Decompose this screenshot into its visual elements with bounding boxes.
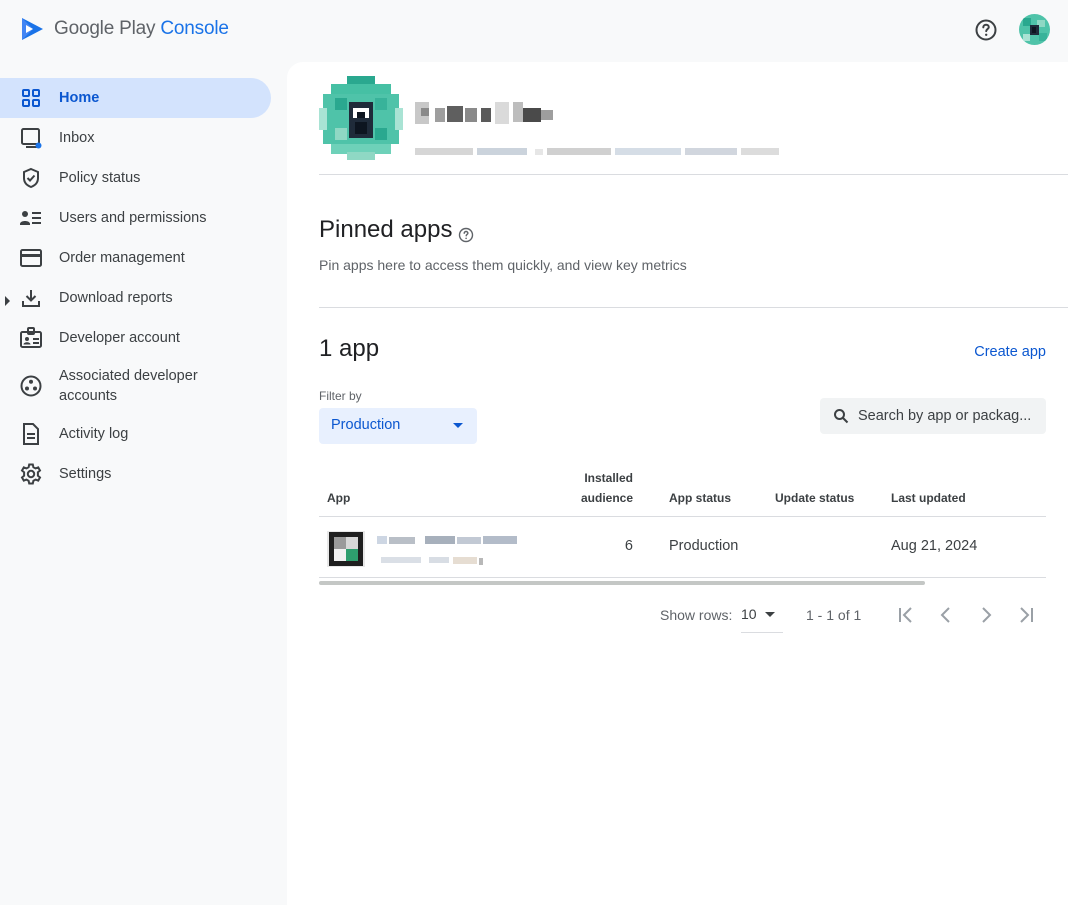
expand-arrow-icon[interactable]	[4, 293, 12, 306]
filter-dropdown[interactable]: Production	[319, 408, 477, 444]
sidebar-item-label: Order management	[59, 250, 185, 266]
sidebar-item-policy-status[interactable]: Policy status	[0, 158, 271, 198]
table-divider	[319, 577, 1046, 578]
sidebar-item-associated-developer-accounts[interactable]: Associated developer accounts	[0, 358, 271, 414]
logo-text: Google Play Console	[54, 18, 229, 40]
column-header-app[interactable]: App	[327, 488, 350, 508]
developer-avatar	[319, 76, 403, 160]
pagination: Show rows: 10 1 - 1 of 1	[660, 603, 1040, 633]
help-icon[interactable]	[974, 18, 998, 42]
next-page-icon[interactable]	[974, 603, 998, 627]
app-icon	[327, 531, 365, 567]
main-content: Pinned apps Pin apps here to access them…	[287, 62, 1068, 905]
sidebar-item-settings[interactable]: Settings	[0, 454, 271, 494]
filter-dropdown-value: Production	[331, 417, 401, 433]
pinned-apps-heading: Pinned apps	[319, 216, 474, 244]
id-badge-icon	[20, 327, 42, 349]
gear-icon	[20, 463, 42, 485]
rows-per-page-value: 10	[741, 606, 757, 622]
column-header-app-status[interactable]: App status	[669, 488, 731, 508]
divider	[319, 174, 1068, 175]
create-app-link[interactable]: Create app	[974, 344, 1046, 360]
column-header-installed-line2: audience	[581, 491, 634, 505]
rows-per-page-select[interactable]: 10	[741, 603, 783, 633]
last-page-icon[interactable]	[1014, 603, 1038, 627]
logo-text-console: Console	[160, 18, 229, 39]
sidebar-item-users-and-permissions[interactable]: Users and permissions	[0, 198, 271, 238]
logo-text-google-play: Google Play	[54, 18, 156, 39]
dropdown-arrow-icon	[453, 423, 463, 428]
sidebar-item-activity-log[interactable]: Activity log	[0, 414, 271, 454]
show-rows-label: Show rows:	[660, 607, 733, 623]
sidebar-item-label: Policy status	[59, 170, 141, 186]
app-status-cell: Production	[669, 538, 739, 554]
sidebar-item-label: Developer account	[59, 330, 180, 346]
app-name-redacted	[377, 532, 517, 544]
search-icon	[833, 408, 849, 424]
dropdown-arrow-icon	[765, 612, 775, 617]
grid-icon	[20, 87, 42, 109]
developer-details-redacted	[415, 144, 783, 155]
sidebar-item-home[interactable]: Home	[0, 78, 271, 118]
sidebar-item-label: Associated developer accounts	[59, 368, 198, 404]
sidebar-item-order-management[interactable]: Order management	[0, 238, 271, 278]
sidebar-item-label: Inbox	[59, 130, 95, 146]
column-header-last-updated[interactable]: Last updated	[891, 488, 966, 508]
sidebar-item-download-reports[interactable]: Download reports	[0, 278, 271, 318]
sidebar-item-label: Home	[59, 90, 100, 106]
developer-name-redacted	[415, 98, 575, 128]
filter-by-label: Filter by	[319, 389, 362, 403]
divider	[319, 307, 1068, 308]
column-header-installed-audience[interactable]: Installed audience	[581, 468, 633, 508]
linked-accounts-icon	[20, 375, 42, 397]
top-bar: Google Play Console	[0, 0, 1068, 62]
search-placeholder: Search by app or packag...	[858, 408, 1032, 424]
account-avatar[interactable]	[1019, 14, 1050, 45]
sidebar-item-label: Users and permissions	[59, 210, 207, 226]
sidebar-nav: Home Inbox Policy status Users and permi…	[0, 78, 286, 494]
document-icon	[20, 423, 42, 445]
credit-card-icon	[20, 247, 42, 269]
table-row[interactable]: 6 Production Aug 21, 2024	[319, 517, 1046, 577]
inbox-icon	[20, 127, 42, 149]
search-input[interactable]: Search by app or packag...	[820, 398, 1046, 434]
previous-page-icon[interactable]	[934, 603, 958, 627]
app-count-heading: 1 app	[319, 335, 380, 362]
sidebar-item-label: Download reports	[59, 290, 173, 306]
sidebar-item-label: Activity log	[59, 426, 129, 442]
help-icon[interactable]	[458, 222, 474, 243]
sidebar-item-developer-account[interactable]: Developer account	[0, 318, 271, 358]
shield-check-icon	[20, 167, 42, 189]
sidebar-item-inbox[interactable]: Inbox	[0, 118, 271, 158]
app-package-redacted	[381, 552, 485, 565]
first-page-icon[interactable]	[894, 603, 918, 627]
column-header-installed-line1: Installed	[584, 471, 633, 485]
column-header-update-status[interactable]: Update status	[775, 488, 854, 508]
pinned-apps-description: Pin apps here to access them quickly, an…	[319, 257, 687, 273]
users-list-icon	[20, 207, 42, 229]
page-range: 1 - 1 of 1	[806, 607, 862, 623]
sidebar-item-label: Settings	[59, 466, 112, 482]
play-console-logo[interactable]: Google Play Console	[20, 16, 229, 42]
play-console-logo-icon	[22, 18, 43, 40]
last-updated-cell: Aug 21, 2024	[891, 538, 978, 554]
pinned-apps-title: Pinned apps	[319, 216, 453, 243]
installed-audience-cell: 6	[624, 538, 633, 554]
download-icon	[20, 287, 42, 309]
horizontal-scrollbar[interactable]	[319, 581, 925, 585]
